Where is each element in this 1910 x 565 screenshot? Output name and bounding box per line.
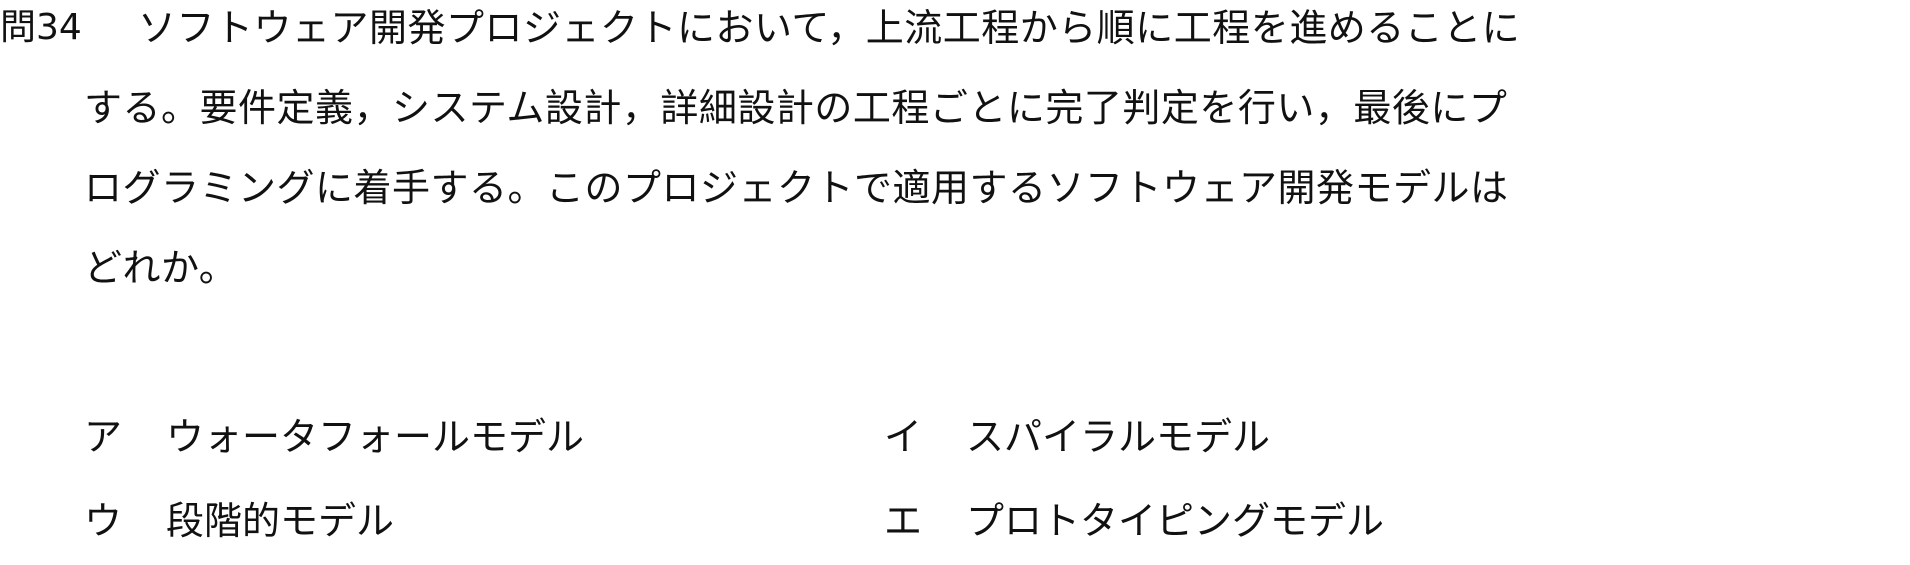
question-text-line-2: する。要件定義，システム設計，詳細設計の工程ごとに完了判定を行い，最後にプ xyxy=(84,86,1508,130)
choice-text: スパイラルモデル xyxy=(966,415,1271,459)
choice-letter: イ xyxy=(884,415,923,459)
choice-letter: エ xyxy=(884,499,923,543)
question-number: 問34 xyxy=(0,7,82,48)
choice-text: ウォータフォールモデル xyxy=(166,415,585,459)
choice-text: プロトタイピングモデル xyxy=(966,499,1385,543)
choice-text: 段階的モデル xyxy=(166,499,395,543)
exam-page: 問34 ソフトウェア開発プロジェクトにおいて，上流工程から順に工程を進めることに… xyxy=(0,0,1910,565)
question-text-line-4: どれか。 xyxy=(84,246,238,290)
choice-letter: ウ xyxy=(84,499,123,543)
question-text-line-3: ログラミングに着手する。このプロジェクトで適用するソフトウェア開発モデルは xyxy=(84,166,1509,210)
choice-letter: ア xyxy=(84,415,123,459)
question-text-line-1: ソフトウェア開発プロジェクトにおいて，上流工程から順に工程を進めることに xyxy=(138,6,1521,50)
